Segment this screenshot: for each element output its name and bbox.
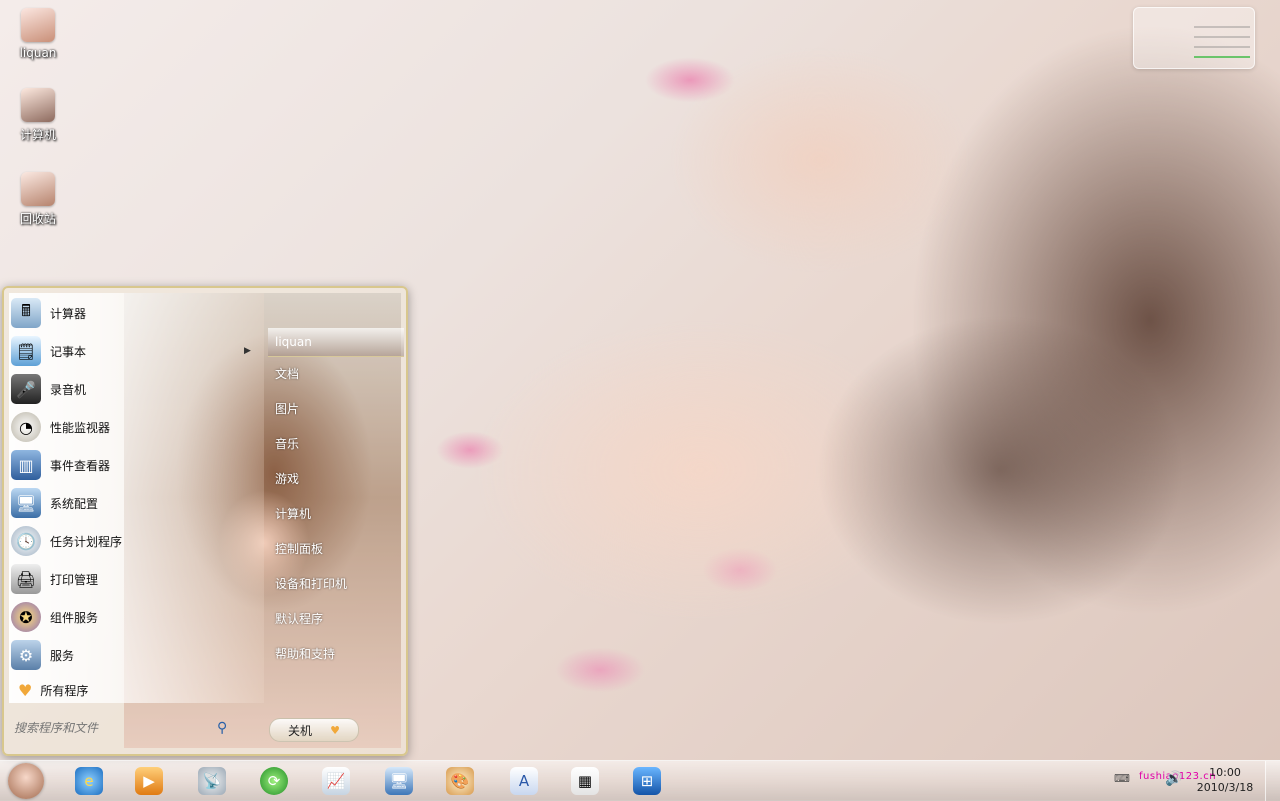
gadget-bar [1194,26,1250,28]
event-viewer-icon: ▥ [11,450,41,480]
program-notepad[interactable]: 🗒 记事本 ▶ [11,332,251,370]
start-menu-right-pane: liquan 文档 图片 音乐 游戏 计算机 控制面板 设备和打印机 默认程序 … [268,328,404,672]
program-performance-monitor[interactable]: ◔ 性能监视器 [11,408,251,446]
right-item-pictures[interactable]: 图片 [268,392,404,427]
right-item-default-programs[interactable]: 默认程序 [268,602,404,637]
printer-icon: 🖨 [11,564,41,594]
gadget-bar [1194,46,1250,48]
volume-icon[interactable]: 🔊 [1165,771,1182,787]
heart-icon: ♥ [18,681,33,700]
program-task-scheduler[interactable]: 🕓 任务计划程序 [11,522,251,560]
recycle-bin-icon [21,172,55,206]
chart-pen-icon[interactable]: 📈 [322,767,350,795]
search-icon[interactable]: ⚲ [217,720,227,736]
show-desktop-button[interactable] [1265,761,1280,801]
program-label: 计算器 [50,306,87,321]
all-programs[interactable]: ♥ 所有程序 [18,681,88,700]
taskbar: e ▶ 📡 ⟳ 📈 🖥 🎨 A ▦ ⊞ ⌨ fushiao123.cn 🔊 10… [0,760,1280,801]
all-programs-label: 所有程序 [40,684,89,698]
submenu-arrow-icon: ▶ [244,346,251,356]
right-item-music[interactable]: 音乐 [268,427,404,462]
program-label: 性能监视器 [50,420,111,435]
program-label: 组件服务 [50,610,99,625]
program-system-config[interactable]: 🖥 系统配置 [11,484,251,522]
clock-icon: 🕓 [11,526,41,556]
computer-icon [21,88,55,122]
gadget-bar [1194,36,1250,38]
program-label: 记事本 [50,344,87,359]
program-label: 录音机 [50,382,87,397]
user-folder-icon [21,8,55,42]
notepad-icon: 🗒 [11,336,41,366]
internet-explorer-icon[interactable]: e [75,767,103,795]
start-menu: 🖩 计算器 🗒 记事本 ▶ 🎤 录音机 ◔ 性能监视器 ▥ 事件查看器 🖥 系统… [2,286,408,756]
program-services[interactable]: ⚙ 服务 [11,636,251,674]
program-label: 打印管理 [50,572,99,587]
shutdown-button[interactable]: 关机 ♥ [269,718,359,742]
paint-palette-icon[interactable]: 🎨 [446,767,474,795]
program-component-services[interactable]: ✪ 组件服务 [11,598,251,636]
right-item-devices-printers[interactable]: 设备和打印机 [268,567,404,602]
user-name[interactable]: liquan [268,328,404,357]
clock[interactable]: 10:00 2010/3/18 [1195,765,1255,795]
keyboard-icon[interactable]: ⌨ [1114,772,1130,785]
right-item-help-support[interactable]: 帮助和支持 [268,637,404,672]
right-item-documents[interactable]: 文档 [268,357,404,392]
refresh-icon[interactable]: ⟳ [260,767,288,795]
desktop-icon-recycle-bin[interactable]: 回收站 [10,172,66,227]
picture-icon[interactable]: ▦ [571,767,599,795]
clock-date: 2010/3/18 [1196,781,1254,794]
clock-time: 10:00 [1209,766,1241,779]
media-player-icon[interactable]: ▶ [135,767,163,795]
program-calculator[interactable]: 🖩 计算器 [11,294,251,332]
search-input[interactable] [12,720,211,736]
search-box[interactable]: ⚲ [12,716,244,740]
monitor-icon[interactable]: 🖥 [385,767,413,795]
program-label: 任务计划程序 [50,534,123,549]
satellite-dish-icon[interactable]: 📡 [198,767,226,795]
windows-icon[interactable]: ⊞ [633,767,661,795]
right-item-computer[interactable]: 计算机 [268,497,404,532]
desktop-icon-label: 计算机 [19,128,56,142]
program-label: 服务 [50,648,75,663]
component-services-icon: ✪ [11,602,41,632]
right-item-games[interactable]: 游戏 [268,462,404,497]
program-event-viewer[interactable]: ▥ 事件查看器 [11,446,251,484]
desktop-gadget[interactable] [1133,7,1255,69]
microphone-icon: 🎤 [11,374,41,404]
shutdown-options-icon[interactable]: ♥ [330,724,340,737]
gadget-bar-green [1194,56,1250,58]
program-list: 🖩 计算器 🗒 记事本 ▶ 🎤 录音机 ◔ 性能监视器 ▥ 事件查看器 🖥 系统… [11,294,251,674]
start-button[interactable] [8,763,44,799]
desktop-icon-user[interactable]: liquan [10,8,66,60]
gauge-icon: ◔ [11,412,41,442]
calculator-icon: 🖩 [11,298,41,328]
desktop-icon-label: 回收站 [19,212,56,226]
right-item-control-panel[interactable]: 控制面板 [268,532,404,567]
system-config-icon: 🖥 [11,488,41,518]
program-sound-recorder[interactable]: 🎤 录音机 [11,370,251,408]
document-icon[interactable]: A [510,767,538,795]
gears-icon: ⚙ [11,640,41,670]
program-label: 事件查看器 [50,458,111,473]
program-label: 系统配置 [50,496,99,511]
desktop-icon-computer[interactable]: 计算机 [10,88,66,143]
program-print-management[interactable]: 🖨 打印管理 [11,560,251,598]
desktop-icon-label: liquan [19,46,57,60]
shutdown-label: 关机 [288,723,313,738]
